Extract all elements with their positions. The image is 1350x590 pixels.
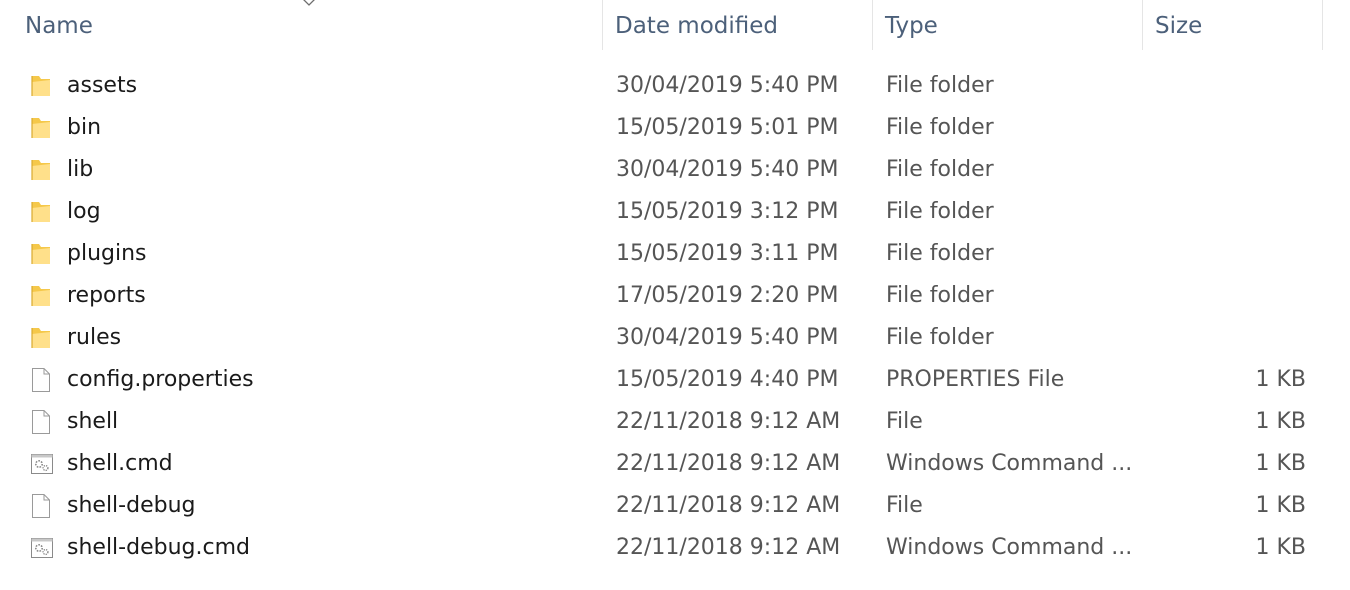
file-name: shell-debug.cmd [67, 535, 250, 560]
file-list: assets 30/04/2019 5:40 PM File folder bin 1… [0, 65, 1350, 569]
file-type: File folder [886, 199, 994, 224]
file-name: config.properties [67, 367, 254, 392]
column-divider[interactable] [1322, 0, 1323, 50]
file-row[interactable]: shell.cmd 22/11/2018 9:12 AM Windows Comma… [0, 443, 1350, 485]
file-row[interactable]: lib 30/04/2019 5:40 PM File folder [0, 149, 1350, 191]
file-name: shell.cmd [67, 451, 173, 476]
file-date-modified: 15/05/2019 4:40 PM [616, 367, 839, 392]
column-header-date-modified[interactable]: Date modified [602, 0, 872, 50]
file-type: File folder [886, 325, 994, 350]
file-size: 1 KB [1255, 451, 1306, 476]
file-name: reports [67, 283, 146, 308]
folder-icon [30, 325, 52, 351]
file-row[interactable]: bin 15/05/2019 5:01 PM File folder [0, 107, 1350, 149]
file-type: Windows Command ... [886, 451, 1133, 476]
file-date-modified: 30/04/2019 5:40 PM [616, 73, 839, 98]
file-type: File folder [886, 115, 994, 140]
file-name: plugins [67, 241, 147, 266]
file-row[interactable]: rules 30/04/2019 5:40 PM File folder [0, 317, 1350, 359]
file-size [1150, 191, 1306, 233]
file-icon [30, 493, 52, 519]
file-type: File folder [886, 241, 994, 266]
file-type: File folder [886, 283, 994, 308]
file-date-modified: 15/05/2019 5:01 PM [616, 115, 839, 140]
file-size [1150, 317, 1306, 359]
file-row[interactable]: reports 17/05/2019 2:20 PM File folder [0, 275, 1350, 317]
file-date-modified: 22/11/2018 9:12 AM [616, 409, 841, 434]
file-icon [30, 367, 52, 393]
file-date-modified: 15/05/2019 3:12 PM [616, 199, 839, 224]
file-date-modified: 30/04/2019 5:40 PM [616, 157, 839, 182]
file-name: assets [67, 73, 138, 98]
file-size: 1 KB [1255, 367, 1306, 392]
file-date-modified: 30/04/2019 5:40 PM [616, 325, 839, 350]
file-icon [30, 409, 52, 435]
file-type: File folder [886, 73, 994, 98]
file-name: rules [67, 325, 122, 350]
column-header-type[interactable]: Type [872, 0, 1142, 50]
file-name: log [67, 199, 101, 224]
file-row[interactable]: shell-debug 22/11/2018 9:12 AM File 1 KB [0, 485, 1350, 527]
folder-icon [30, 283, 52, 309]
file-size: 1 KB [1255, 409, 1306, 434]
file-row[interactable]: config.properties 15/05/2019 4:40 PM PROPE… [0, 359, 1350, 401]
file-size [1150, 149, 1306, 191]
file-type: File folder [886, 157, 994, 182]
file-name: lib [67, 157, 94, 182]
cmd-file-icon [30, 535, 53, 561]
file-size [1150, 107, 1306, 149]
file-date-modified: 22/11/2018 9:12 AM [616, 493, 841, 518]
file-size [1150, 275, 1306, 317]
file-size: 1 KB [1255, 535, 1306, 560]
folder-icon [30, 73, 52, 99]
column-header-size[interactable]: Size [1142, 0, 1322, 50]
file-date-modified: 22/11/2018 9:12 AM [616, 535, 841, 560]
folder-icon [30, 115, 52, 141]
file-size: 1 KB [1255, 493, 1306, 518]
file-type: File [886, 493, 923, 518]
cmd-file-icon [30, 451, 53, 477]
column-header-bar: Name Date modified Type Size [0, 0, 1350, 52]
file-date-modified: 15/05/2019 3:11 PM [616, 241, 839, 266]
file-date-modified: 22/11/2018 9:12 AM [616, 451, 841, 476]
folder-icon [30, 157, 52, 183]
file-type: File [886, 409, 923, 434]
file-name: bin [67, 115, 102, 140]
file-row[interactable]: shell-debug.cmd 22/11/2018 9:12 AM Windows… [0, 527, 1350, 569]
column-header-name[interactable]: Name [12, 0, 602, 50]
file-row[interactable]: shell 22/11/2018 9:12 AM File 1 KB [0, 401, 1350, 443]
file-size [1150, 65, 1306, 107]
file-size [1150, 233, 1306, 275]
file-name: shell [67, 409, 119, 434]
file-date-modified: 17/05/2019 2:20 PM [616, 283, 839, 308]
file-type: Windows Command ... [886, 535, 1133, 560]
file-type: PROPERTIES File [886, 367, 1065, 392]
file-row[interactable]: assets 30/04/2019 5:40 PM File folder [0, 65, 1350, 107]
file-row[interactable]: log 15/05/2019 3:12 PM File folder [0, 191, 1350, 233]
folder-icon [30, 241, 52, 267]
file-row[interactable]: plugins 15/05/2019 3:11 PM File folder [0, 233, 1350, 275]
folder-icon [30, 199, 52, 225]
file-name: shell-debug [67, 493, 196, 518]
